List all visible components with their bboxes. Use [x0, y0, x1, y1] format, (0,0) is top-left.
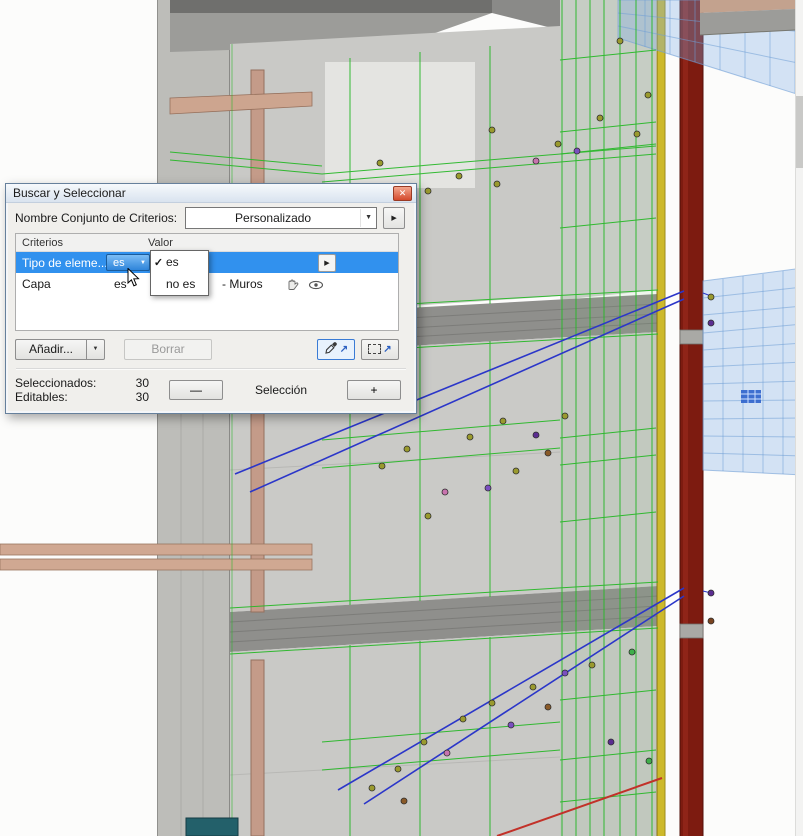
- editable-label: Editables:: [15, 390, 68, 404]
- criterion-name: Capa: [22, 276, 51, 291]
- criteria-set-flyout-button[interactable]: ▶: [383, 207, 406, 229]
- selected-count: 30: [135, 376, 149, 390]
- building-masses[interactable]: [0, 0, 659, 836]
- vertical-scrollbar[interactable]: [795, 0, 803, 836]
- marquee-icon: [368, 344, 382, 354]
- menu-item-es[interactable]: ✓ es: [151, 251, 208, 273]
- eyedropper-icon: [324, 341, 338, 358]
- pick-up-settings-button[interactable]: ↗: [317, 338, 355, 360]
- eye-icon[interactable]: [308, 279, 324, 293]
- criteria-table: Criterios Valor Tipo de eleme... es ▼ ▶ …: [15, 233, 399, 331]
- add-split-button: Añadir... ▼: [15, 338, 105, 360]
- selected-label: Seleccionados:: [15, 376, 97, 390]
- add-button[interactable]: Añadir...: [15, 338, 86, 360]
- chevron-down-icon: ▼: [92, 346, 99, 352]
- scrollbar-thumb[interactable]: [796, 96, 803, 168]
- add-dropdown-arrow-button[interactable]: ▼: [86, 338, 105, 360]
- criteria-set-value: Personalizado: [235, 211, 312, 225]
- close-icon: ✕: [398, 187, 407, 198]
- column-header-valor: Valor: [148, 236, 173, 249]
- close-button[interactable]: ✕: [393, 185, 412, 201]
- row-flyout-button[interactable]: ▶: [318, 254, 336, 272]
- column-header-criterios: Criterios: [22, 236, 63, 249]
- plus-icon: +: [370, 383, 378, 397]
- flyout-arrow-icon: ▶: [324, 260, 330, 267]
- grid-plane-right[interactable]: [702, 267, 803, 476]
- relation-value: es: [113, 256, 125, 269]
- deselect-button[interactable]: —: [169, 380, 223, 400]
- marquee-button[interactable]: ↗: [361, 338, 399, 360]
- 3d-scene: [0, 0, 803, 836]
- select-button[interactable]: +: [347, 380, 401, 400]
- grid-symbol[interactable]: [741, 390, 761, 403]
- selection-counts: Seleccionados: 30 Editables: 30: [15, 376, 161, 404]
- red-wall[interactable]: [656, 0, 704, 836]
- find-select-dialog: Buscar y Seleccionar ✕ Nombre Conjunto d…: [5, 183, 417, 414]
- criteria-set-combo[interactable]: Personalizado ▼: [185, 207, 378, 229]
- editable-count: 30: [135, 390, 149, 404]
- north-east-arrow-icon: ↗: [383, 343, 392, 355]
- hand-icon[interactable]: [285, 277, 300, 294]
- flyout-arrow-icon: ▶: [391, 215, 397, 222]
- menu-item-label: es: [166, 255, 179, 269]
- selection-label: Selección: [254, 383, 308, 397]
- minus-icon: —: [190, 383, 202, 397]
- relation-dropdown-menu: ✓ es no es: [150, 250, 209, 296]
- criterion-name: Tipo de eleme...: [22, 255, 106, 270]
- check-icon: ✓: [153, 256, 164, 269]
- application-window: Buscar y Seleccionar ✕ Nombre Conjunto d…: [0, 0, 803, 836]
- teal-element[interactable]: [185, 817, 239, 836]
- criterion-value: - Muros: [222, 276, 263, 291]
- delete-button[interactable]: Borrar: [124, 338, 212, 360]
- top-right-beam[interactable]: [699, 0, 796, 36]
- chevron-down-icon: ▼: [360, 209, 376, 227]
- menu-item-no-es[interactable]: no es: [151, 273, 208, 295]
- north-east-arrow-icon: ↗: [339, 343, 349, 355]
- criteria-set-label: Nombre Conjunto de Criterios:: [15, 211, 178, 225]
- chevron-down-icon: ▼: [140, 259, 146, 266]
- dialog-title: Buscar y Seleccionar: [13, 186, 126, 200]
- menu-item-label: no es: [166, 277, 196, 291]
- dialog-titlebar[interactable]: Buscar y Seleccionar ✕: [6, 184, 416, 203]
- mouse-cursor: [127, 268, 140, 287]
